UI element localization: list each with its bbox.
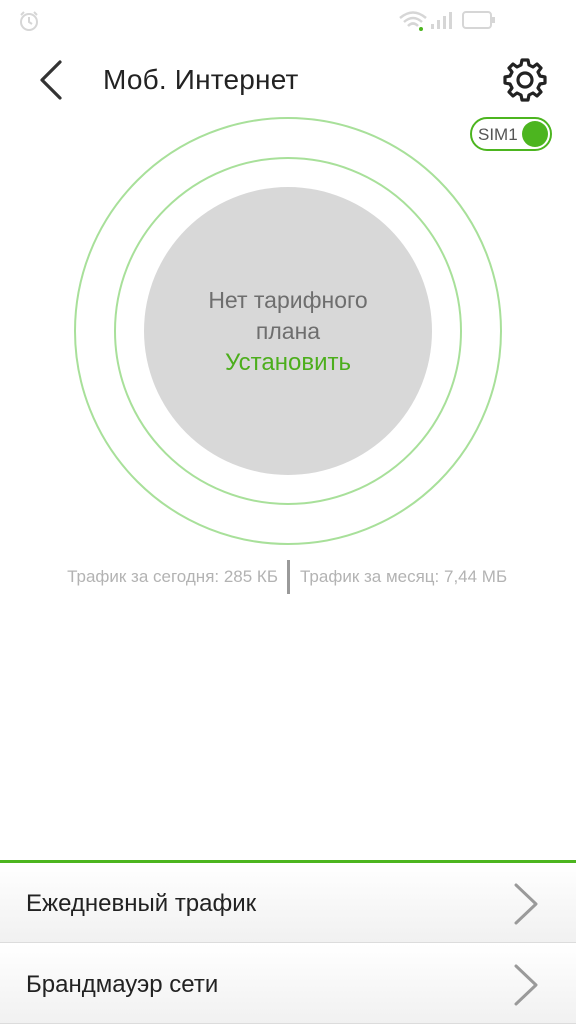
list-item-label: Брандмауэр сети (26, 971, 219, 998)
sim1-toggle[interactable]: SIM1 (470, 117, 552, 151)
chevron-right-icon (514, 964, 538, 1006)
app-header: Моб. Интернет (0, 40, 576, 120)
signal-icon (431, 12, 452, 29)
battery-icon (462, 11, 495, 29)
traffic-month: Трафик за месяц: 7,44 МБ (300, 567, 508, 586)
traffic-divider (287, 560, 290, 594)
status-bar (0, 0, 576, 40)
mobile-data-screen: Моб. Интернет SIM1 Нет тарифного плана У… (0, 0, 576, 1024)
set-plan-link[interactable]: Установить (144, 349, 432, 377)
traffic-summary: Трафик за сегодня: 285 КБ Трафик за меся… (0, 560, 576, 596)
toggle-knob (522, 121, 548, 147)
chevron-right-icon (514, 883, 538, 925)
firewall-item[interactable]: Брандмауэр сети (0, 944, 576, 1024)
gear-icon[interactable] (502, 57, 548, 103)
alarm-icon (20, 11, 38, 31)
sim-label: SIM1 (478, 125, 518, 144)
list-item-label: Ежедневный трафик (26, 890, 257, 917)
daily-traffic-item[interactable]: Ежедневный трафик (0, 863, 576, 943)
page-title: Моб. Интернет (103, 64, 299, 95)
wifi-icon (399, 11, 427, 31)
back-button[interactable] (30, 56, 74, 104)
no-plan-message: Нет тарифного плана (208, 287, 368, 344)
traffic-today: Трафик за сегодня: 285 КБ (67, 567, 278, 586)
plan-status-circle[interactable]: Нет тарифного плана Установить (144, 187, 432, 475)
